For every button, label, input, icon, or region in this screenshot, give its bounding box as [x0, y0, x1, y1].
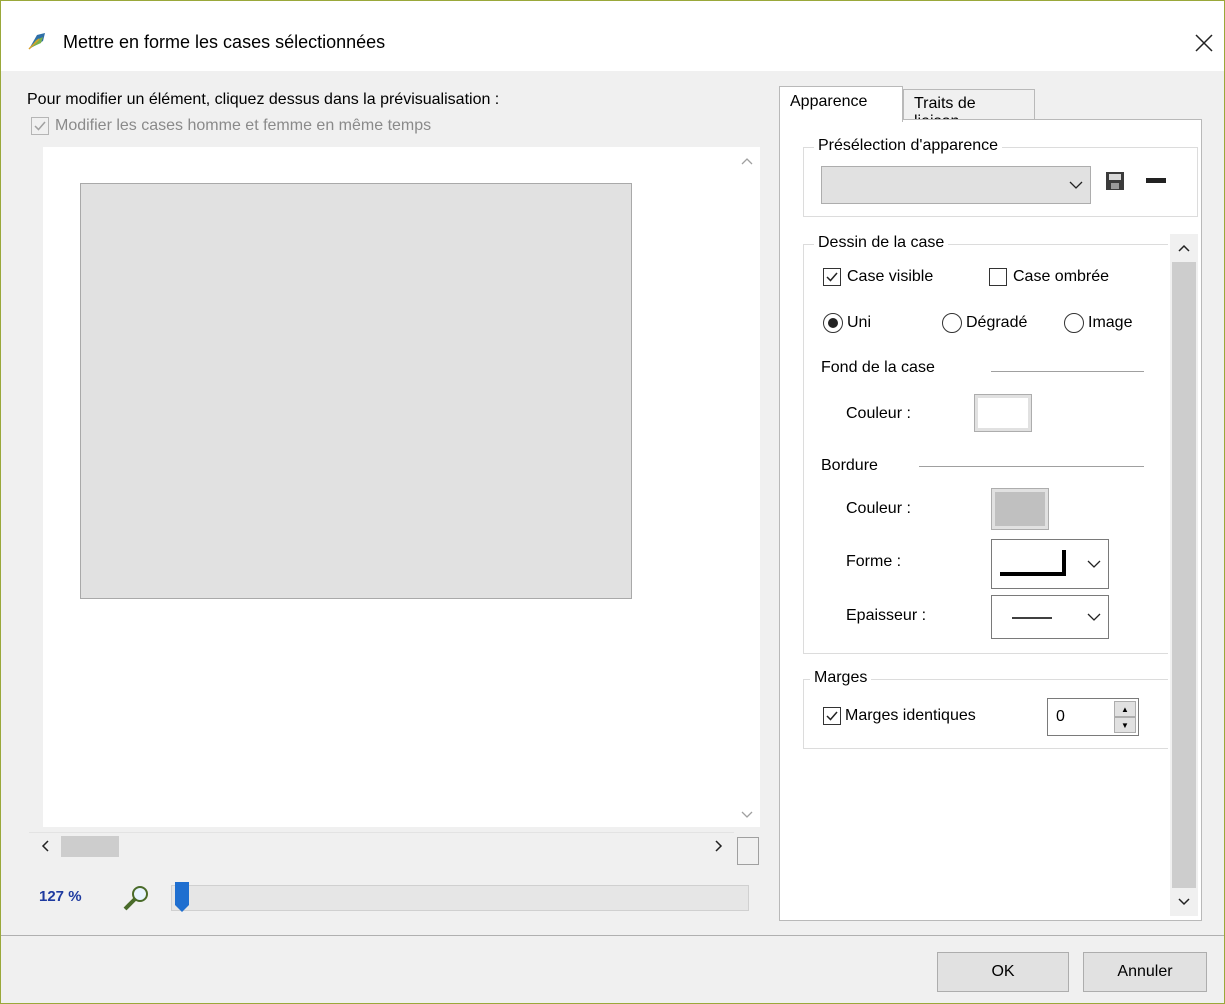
case-ombree-checkbox[interactable]: Case ombrée: [989, 268, 1109, 286]
scroll-left-icon[interactable]: [31, 833, 59, 859]
epaisseur-select[interactable]: [991, 595, 1109, 639]
instruction-text: Pour modifier un élément, cliquez dessus…: [27, 91, 500, 108]
preview-horizontal-scrollbar[interactable]: [29, 832, 734, 858]
scroll-down-icon[interactable]: [734, 803, 760, 827]
bordure-color-swatch: [995, 492, 1045, 526]
line-thickness-icon: [1012, 617, 1052, 619]
marges-group-title: Marges: [810, 669, 872, 687]
chevron-down-icon: [1087, 613, 1101, 621]
radio-image[interactable]: Image: [1064, 313, 1132, 333]
dialog-window: Mettre en forme les cases sélectionnées …: [0, 0, 1225, 1004]
zoom-slider-track[interactable]: [171, 885, 749, 911]
zoom-level: 127 %: [39, 888, 82, 905]
preset-group-title: Présélection d'apparence: [814, 137, 1003, 155]
radio-degrade-label: Dégradé: [966, 314, 1028, 331]
bordure-section-title: Bordure: [821, 457, 878, 474]
scroll-right-icon[interactable]: [705, 833, 733, 859]
dialog-footer: OK Annuler: [1, 935, 1224, 1003]
fond-section-title: Fond de la case: [821, 359, 935, 376]
chevron-down-icon: [1087, 560, 1101, 568]
horizontal-scroll-thumb[interactable]: [61, 836, 119, 857]
chevron-down-icon: [1069, 181, 1083, 189]
case-ombree-label: Case ombrée: [1013, 268, 1110, 285]
marges-identiques-label: Marges identiques: [845, 707, 976, 724]
dialog-title: Mettre en forme les cases sélectionnées: [63, 32, 386, 52]
fond-couleur-label: Couleur :: [846, 405, 911, 422]
cancel-button[interactable]: Annuler: [1083, 952, 1207, 992]
dessin-group-title: Dessin de la case: [814, 234, 949, 252]
zoom-slider-handle[interactable]: [174, 881, 190, 913]
ok-button[interactable]: OK: [937, 952, 1069, 992]
checkmark-icon: [823, 707, 841, 725]
radio-unselected-icon: [1064, 313, 1084, 333]
radio-degrade[interactable]: Dégradé: [942, 313, 1027, 333]
panel-vertical-scrollbar[interactable]: [1170, 234, 1198, 916]
close-icon: [1195, 34, 1213, 52]
remove-preset-icon[interactable]: [1146, 178, 1166, 183]
unchecked-box-icon: [989, 268, 1007, 286]
preview-case[interactable]: [80, 183, 632, 599]
magnifier-icon[interactable]: [121, 883, 151, 913]
scroll-down-icon[interactable]: [1170, 890, 1198, 914]
spin-up-icon[interactable]: ▲: [1114, 701, 1136, 717]
title-bar: Mettre en forme les cases sélectionnées: [1, 1, 1224, 71]
spin-down-icon[interactable]: ▼: [1114, 717, 1136, 733]
forme-select[interactable]: [991, 539, 1109, 589]
tab-apparence[interactable]: Apparence: [779, 86, 903, 122]
scrollbar-corner: [737, 837, 759, 865]
checkmark-icon: [823, 268, 841, 286]
close-button[interactable]: [1184, 23, 1224, 63]
scroll-up-icon[interactable]: [1170, 236, 1198, 260]
preview-vertical-scrollbar[interactable]: [734, 147, 760, 827]
bordure-divider: [919, 466, 1144, 467]
radio-uni-label: Uni: [847, 314, 872, 331]
panel-scroll-thumb[interactable]: [1172, 262, 1196, 888]
radio-selected-icon: [823, 313, 843, 333]
case-visible-checkbox[interactable]: Case visible: [823, 268, 933, 286]
bordure-couleur-label: Couleur :: [846, 500, 911, 517]
fond-color-button[interactable]: [974, 394, 1032, 432]
sync-checkbox[interactable]: Modifier les cases homme et femme en mêm…: [31, 117, 431, 135]
save-icon[interactable]: [1105, 171, 1125, 191]
bordure-color-button[interactable]: [991, 488, 1049, 530]
radio-image-label: Image: [1088, 314, 1133, 331]
preset-select[interactable]: [821, 166, 1091, 204]
border-shape-icon: [1000, 550, 1066, 576]
marges-value-spinner[interactable]: 0 ▲ ▼: [1047, 698, 1139, 736]
sync-checkbox-label: Modifier les cases homme et femme en mêm…: [55, 117, 432, 134]
radio-uni[interactable]: Uni: [823, 313, 871, 333]
forme-label: Forme :: [846, 553, 902, 570]
fond-divider: [991, 371, 1144, 372]
app-feather-icon: [27, 31, 47, 51]
checkmark-icon: [31, 117, 49, 135]
tab-traits-de-liaison[interactable]: Traits de liaison: [903, 89, 1035, 130]
fond-color-swatch: [978, 398, 1028, 428]
dessin-group: Dessin de la case: [803, 234, 1168, 654]
epaisseur-label: Epaisseur :: [846, 607, 927, 624]
marges-identiques-checkbox[interactable]: Marges identiques: [823, 707, 976, 725]
marges-value: 0: [1056, 708, 1065, 725]
radio-unselected-icon: [942, 313, 962, 333]
case-visible-label: Case visible: [847, 268, 934, 285]
scroll-up-icon[interactable]: [734, 149, 760, 173]
